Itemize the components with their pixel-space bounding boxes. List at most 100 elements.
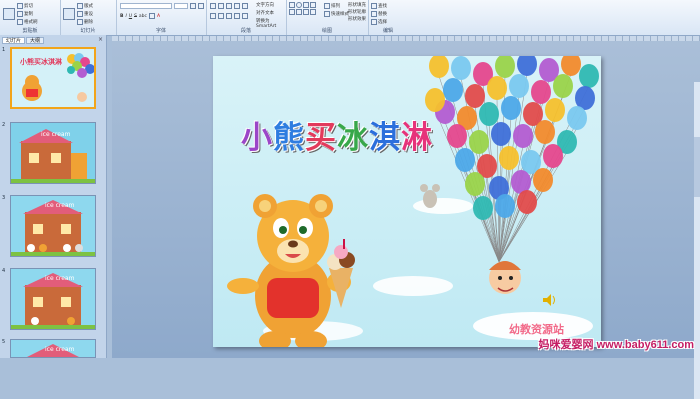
arrange-icon (324, 2, 330, 9)
shape-star-icon[interactable] (296, 9, 302, 15)
cut-button[interactable]: 剪切 (17, 2, 38, 9)
shape-brace-icon[interactable] (310, 9, 316, 15)
shape-callout-icon[interactable] (303, 9, 309, 15)
bold-button[interactable]: B (120, 14, 123, 19)
slide-thumbnail-5[interactable]: ice cream (10, 339, 96, 358)
font-name-combo[interactable] (120, 3, 172, 9)
balloon (509, 74, 529, 98)
slide-thumbnail-3[interactable]: ice cream (10, 195, 96, 257)
title-char: 买 (305, 120, 337, 156)
slide-canvas[interactable]: 小熊买冰淇淋 幼教资源站 (213, 56, 601, 347)
justify-icon[interactable] (234, 13, 240, 19)
numbering-icon[interactable] (218, 3, 224, 9)
balloon (513, 124, 533, 148)
font-size-combo[interactable] (174, 3, 188, 9)
text-direction-button[interactable]: 文字方向 (256, 2, 286, 8)
shape-oval-icon[interactable] (296, 2, 302, 8)
select-button[interactable]: 选择 (371, 18, 387, 25)
slide-illustration (227, 56, 599, 347)
format-painter-button[interactable]: 格式刷 (17, 18, 38, 25)
tab-outline[interactable]: 大纲 (26, 37, 45, 44)
line-spacing-icon[interactable] (242, 3, 248, 9)
thumbnail-4-sign: ice cream (45, 275, 75, 282)
layout-button[interactable]: 版式 (77, 2, 93, 9)
title-char: 淋 (401, 120, 433, 156)
slide-number: 1 (2, 47, 6, 53)
slide-thumbnail-2[interactable]: ice cream (10, 122, 96, 184)
italic-button[interactable]: I (125, 14, 126, 19)
shape-effects-button[interactable]: 形状效果 (348, 16, 366, 22)
shape-outline-button[interactable]: 形状轮廓 (348, 9, 366, 15)
font-color-button[interactable]: A (157, 14, 160, 19)
pane-close-icon[interactable]: × (98, 37, 103, 43)
balloon (535, 120, 555, 144)
shape-rect-icon[interactable] (289, 2, 295, 8)
balloon (473, 196, 493, 220)
shrink-font-icon[interactable] (198, 3, 204, 9)
arrange-button[interactable]: 排列 (324, 2, 340, 9)
shape-fill-button[interactable]: 形状填充 (348, 2, 366, 8)
balloon (543, 144, 563, 168)
decrease-indent-icon[interactable] (226, 3, 232, 9)
align-center-icon[interactable] (218, 13, 224, 19)
balloon (501, 96, 521, 120)
slide-number: 4 (2, 268, 6, 274)
replace-button[interactable]: 替换 (371, 10, 387, 17)
balloon (465, 84, 485, 108)
slide-number: 2 (2, 122, 6, 128)
shape-triangle-icon[interactable] (289, 9, 295, 15)
balloon (429, 56, 449, 78)
tab-slides[interactable]: 幻灯片 (2, 37, 26, 44)
slide-title[interactable]: 小熊买冰淇淋 (241, 112, 433, 157)
ribbon-group-font: B I U S abc A 字体 (116, 0, 207, 35)
underline-button[interactable]: U (129, 14, 132, 19)
grow-font-icon[interactable] (190, 3, 196, 9)
balloon (451, 56, 471, 80)
pane-tabs: 幻灯片 大纲 (2, 37, 45, 44)
find-button[interactable]: 查找 (371, 2, 387, 9)
copy-button[interactable]: 复制 (17, 10, 38, 17)
balloon (567, 106, 587, 130)
reset-button[interactable]: 重设 (77, 10, 93, 17)
balloon (495, 56, 515, 78)
align-left-icon[interactable] (210, 13, 216, 19)
balloon-string (498, 211, 528, 263)
shadow-button[interactable]: abc (139, 14, 147, 19)
balloon (545, 98, 565, 122)
shape-line-icon[interactable] (303, 2, 309, 8)
thumbnail-1-title: 小熊买冰淇淋 (20, 58, 62, 66)
bullets-icon[interactable] (210, 3, 216, 9)
align-right-icon[interactable] (226, 13, 232, 19)
columns-icon[interactable] (242, 13, 248, 19)
balloon (561, 56, 581, 76)
align-text-button[interactable]: 对齐文本 (256, 10, 286, 16)
scissors-icon (17, 2, 23, 9)
balloon (499, 146, 519, 170)
brand-logo-text: 幼教资源站 (509, 323, 564, 336)
new-slide-icon[interactable] (63, 7, 75, 20)
slide-thumbnail-4[interactable]: ice cream (10, 268, 96, 330)
vertical-scrollbar[interactable] (694, 82, 700, 399)
ribbon-group-paragraph: 文字方向 对齐文本 转换为 SmartArt 段落 (206, 0, 287, 35)
delete-button[interactable]: 删除 (77, 18, 93, 25)
balloon (425, 88, 445, 112)
paste-icon[interactable] (3, 7, 15, 20)
speaker-icon[interactable] (543, 294, 555, 306)
quick-styles-button[interactable]: 快速样式 (324, 10, 349, 17)
delete-icon (77, 18, 83, 25)
balloon (533, 168, 553, 192)
scroll-thumb[interactable] (694, 137, 700, 197)
ribbon-label-clipboard: 剪贴板 (22, 28, 38, 34)
spacing-icon[interactable] (149, 13, 156, 19)
balloon (469, 130, 489, 154)
slide-thumbnail-1[interactable]: 小熊买冰淇淋 (10, 47, 96, 109)
ribbon-label-slides: 幻灯片 (80, 28, 96, 34)
balloon (517, 56, 537, 76)
quick-styles-icon (324, 10, 330, 17)
strike-button[interactable]: S (134, 14, 137, 19)
title-char: 熊 (273, 120, 305, 156)
shape-arrow-icon[interactable] (310, 2, 316, 8)
brush-icon (17, 18, 23, 25)
increase-indent-icon[interactable] (234, 3, 240, 9)
slide-editing-area[interactable]: 小熊买冰淇淋 幼教资源站 妈咪爱婴网 www.baby611.com (112, 41, 700, 399)
